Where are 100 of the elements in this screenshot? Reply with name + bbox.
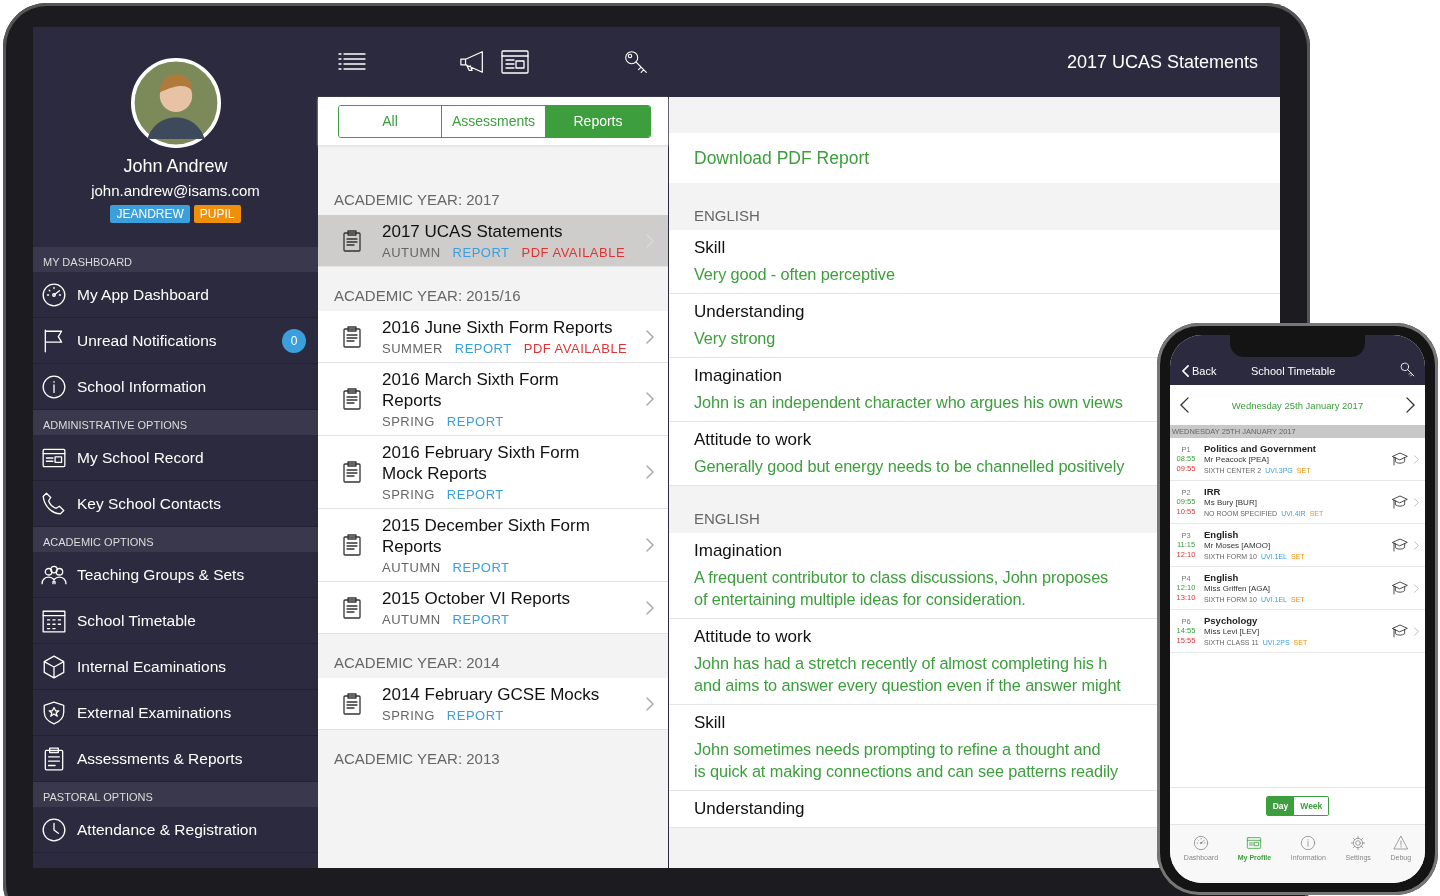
report-item[interactable]: 2016 February Sixth Form Mock Reports SPRING REPORT xyxy=(318,436,668,509)
teacher-name: Ms Bury [BUR] xyxy=(1204,496,1258,508)
type-label: REPORT xyxy=(446,487,504,502)
criterion-label: Skill xyxy=(694,238,726,258)
graduation-cap-icon xyxy=(1392,495,1408,509)
teacher-name: Mr Moses [AMOO] xyxy=(1204,540,1272,551)
report-title: 2016 June Sixth Form Reports xyxy=(382,317,614,338)
subject-name: Politics and Government xyxy=(1204,442,1317,454)
menu-label: Unread Notifications xyxy=(77,331,218,350)
phone-icon xyxy=(41,490,67,517)
chevron-icon xyxy=(1414,626,1419,636)
year-heading: ACADEMIC YEAR: 2015/16 xyxy=(333,286,522,306)
section-header: ACADEMIC OPTIONS xyxy=(33,527,318,552)
filter-tab[interactable]: All xyxy=(339,105,442,137)
page-title: 2017 UCAS Statements xyxy=(1066,51,1258,73)
term-label: SPRING xyxy=(382,487,435,502)
menu-item[interactable]: School Timetable xyxy=(33,598,318,644)
role-badge: PUPIL xyxy=(193,205,241,223)
graduation-cap-icon xyxy=(1392,452,1408,466)
chevron-icon xyxy=(1414,497,1419,507)
type-label: REPORT xyxy=(446,414,504,429)
card-icon xyxy=(1246,835,1263,851)
report-title: 2016 March Sixth Form Reports xyxy=(382,369,560,411)
chevron-icon xyxy=(1414,540,1419,550)
box-icon xyxy=(41,653,67,680)
menu-label: Key School Contacts xyxy=(77,494,222,513)
browser-icon[interactable] xyxy=(501,50,529,74)
criterion-value: Very strong xyxy=(694,328,776,349)
profile-email: john.andrew@isams.com xyxy=(91,182,260,199)
criterion-value: John has had a stretch recently of almost completing his h and aims to answer every question even if the answer might xyxy=(694,653,1121,696)
chevron-icon xyxy=(646,392,654,406)
key-icon[interactable] xyxy=(622,50,650,74)
graduation-cap-icon xyxy=(1392,538,1408,552)
report-title: 2017 UCAS Statements xyxy=(382,221,564,242)
chevron-icon xyxy=(646,600,654,615)
graduation-cap-icon xyxy=(1392,624,1408,638)
section-header: ADMINISTRATIVE OPTIONS xyxy=(33,410,318,435)
gauge-icon xyxy=(1192,835,1209,851)
role-badge: JEANDREW xyxy=(110,205,190,223)
subject-name: Psychology xyxy=(1204,614,1259,626)
menu-item[interactable]: Unread Notifications 0 xyxy=(33,318,318,364)
screen-title: School Timetable xyxy=(1251,365,1336,377)
section-header: PASTORAL OPTIONS xyxy=(33,782,318,807)
type-label: REPORT xyxy=(454,341,512,356)
criterion-value: John sometimes needs prompting to refine a thought and is quick at making connections and can see patterns readily xyxy=(694,739,1118,782)
criterion-value: Very good - often perceptive xyxy=(694,264,895,285)
year-heading: ACADEMIC YEAR: 2014 xyxy=(333,653,501,673)
type-label: REPORT xyxy=(446,708,504,723)
report-title: 2014 February GCSE Mocks xyxy=(382,684,601,705)
menu-label: My App Dashboard xyxy=(77,285,210,304)
teacher-name: Mr Peacock [PEA] xyxy=(1204,453,1270,465)
chevron-icon xyxy=(1414,454,1419,464)
back-button[interactable]: Back xyxy=(1182,365,1217,377)
term-label: AUTUMN xyxy=(382,612,441,627)
settings-icon xyxy=(1350,835,1367,851)
clipboard-icon xyxy=(340,458,364,486)
year-heading: ACADEMIC YEAR: 2017 xyxy=(333,190,501,210)
criterion-value: A frequent contributor to class discussions, John proposes of entertaining multiple ideas for consideration. xyxy=(694,567,1109,610)
term-label: AUTUMN xyxy=(382,560,441,575)
criterion-label: Understanding xyxy=(694,799,805,819)
shield-icon xyxy=(41,699,67,726)
report-item[interactable]: 2015 December Sixth Form Reports AUTUMN REPORT xyxy=(318,509,668,582)
report-item[interactable]: 2017 UCAS Statements AUTUMN REPORT PDF AVAILABLE xyxy=(318,215,668,267)
chevron-icon xyxy=(646,465,654,479)
report-item[interactable]: 2016 March Sixth Form Reports SPRING REPORT xyxy=(318,363,668,436)
menu-label: Internal Ecaminations xyxy=(77,657,228,676)
menu-label: School Information xyxy=(77,377,208,396)
clipboard-icon xyxy=(340,531,364,559)
warning-icon xyxy=(1392,835,1409,851)
chevron-icon xyxy=(646,538,654,552)
report-title: 2015 December Sixth Form Reports xyxy=(382,515,591,557)
menu-label: My School Record xyxy=(77,448,205,467)
report-item[interactable]: 2014 February GCSE Mocks SPRING REPORT xyxy=(318,678,668,730)
criterion-label: Understanding xyxy=(694,302,805,322)
subject-heading: ENGLISH xyxy=(693,509,760,529)
chevron-icon xyxy=(646,329,654,344)
report-item[interactable]: 2015 October VI Reports AUTUMN REPORT xyxy=(318,582,668,634)
info-icon xyxy=(41,373,67,400)
clipboard-icon xyxy=(340,385,364,413)
criterion-label: Imagination xyxy=(694,366,782,386)
menu-item[interactable]: Internal Ecaminations xyxy=(33,644,318,690)
menu-label: Assessments & Reports xyxy=(77,749,244,768)
menu-item[interactable]: My School Record xyxy=(33,435,318,481)
clock-icon xyxy=(41,816,67,843)
next-icon[interactable] xyxy=(1406,397,1415,413)
status-label: PDF AVAILABLE xyxy=(521,245,626,260)
subject-heading: ENGLISH xyxy=(693,206,760,226)
count-badge: 0 xyxy=(282,328,306,353)
key-icon[interactable] xyxy=(1400,362,1415,377)
report-title: 2016 February Sixth Form Mock Reports xyxy=(382,442,581,484)
year-heading: ACADEMIC YEAR: 2013 xyxy=(333,749,501,769)
previous-icon[interactable] xyxy=(1180,397,1189,413)
criterion-label: Attitude to work xyxy=(694,430,812,450)
term-label: SPRING xyxy=(382,414,435,429)
subject-name: English xyxy=(1204,528,1240,540)
subject-name: IRR xyxy=(1204,485,1222,497)
report-item[interactable]: 2016 June Sixth Form Reports SUMMER REPORT PDF AVAILABLE xyxy=(318,311,668,363)
menu-label: School Timetable xyxy=(77,611,197,630)
criterion-value: John is an independent character who argues his own views xyxy=(694,392,1123,413)
teacher-name: Miss Levi [LEV] xyxy=(1204,626,1261,637)
